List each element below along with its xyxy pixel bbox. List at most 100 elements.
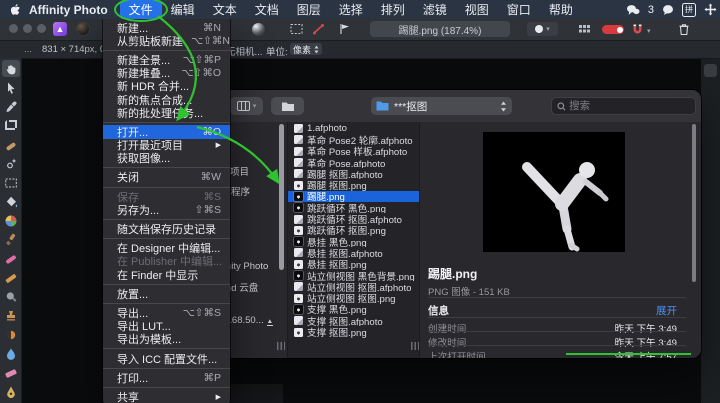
column-resize-grip[interactable]	[411, 342, 419, 350]
file-row[interactable]: 站立侧视图 抠图.png	[288, 293, 419, 304]
input-method-icon[interactable]: 拼	[682, 3, 696, 17]
crop-tool[interactable]	[2, 117, 20, 134]
file-row[interactable]: 支撑 黑色.png	[288, 304, 419, 315]
hand-tool[interactable]	[2, 60, 20, 77]
column-resize-grip[interactable]	[277, 342, 285, 350]
menubar-menu-窗口[interactable]: 窗口	[498, 0, 540, 19]
app-name[interactable]: Affinity Photo	[29, 3, 108, 17]
eyedropper-tool[interactable]	[2, 98, 20, 115]
menubar-menu-文本[interactable]: 文本	[204, 0, 246, 19]
sidebar-item-fragment[interactable]: 程序	[231, 184, 250, 198]
menu-item-另存为[interactable]: 另存为...⇧⌘S	[103, 203, 230, 216]
zoom-window-button[interactable]	[37, 24, 46, 33]
blur-tool[interactable]	[2, 345, 20, 362]
flag-icon[interactable]	[338, 23, 351, 35]
magnet-dropdown-caret[interactable]: ▾	[647, 27, 651, 35]
new-folder-button[interactable]	[271, 97, 304, 115]
pixel-brush-tool[interactable]	[2, 250, 20, 267]
chat-icon[interactable]	[662, 4, 674, 16]
file-row[interactable]: 踢腿 抠图.afphoto	[288, 168, 419, 179]
file-row[interactable]: 支撑 抠图.png	[288, 326, 419, 337]
menu-item-在Finder中显示[interactable]: 在 Finder 中显示	[103, 268, 230, 281]
sidebar-item-fragment[interactable]: .168.50...▲	[224, 315, 273, 326]
menubar-menu-选择[interactable]: 选择	[330, 0, 372, 19]
menu-item-随文档保存历史记录[interactable]: 随文档保存历史记录	[103, 222, 230, 235]
file-row[interactable]: 悬挂 抠图.afphoto	[288, 247, 419, 258]
file-row[interactable]: 踢腿 抠图.png	[288, 180, 419, 191]
unit-select[interactable]: 像素	[290, 43, 322, 55]
file-row[interactable]: 悬挂 抠图.png	[288, 259, 419, 270]
menubar-menu-文件[interactable]: 文件	[120, 0, 162, 19]
preview-scrollbar[interactable]	[692, 124, 696, 282]
menu-item-关闭[interactable]: 关闭⌘W	[103, 171, 230, 184]
move-crosshair-icon[interactable]	[704, 3, 717, 16]
menubar-menu-编辑[interactable]: 编辑	[162, 0, 204, 19]
clone-stamp-tool[interactable]	[2, 307, 20, 324]
healing-brush-tool[interactable]	[2, 136, 20, 153]
file-row[interactable]: 跳跃循环 黑色.png	[288, 202, 419, 213]
apple-menu-icon[interactable]	[10, 3, 21, 16]
file-row[interactable]: 支撑 抠图.afphoto	[288, 315, 419, 326]
panel-icon[interactable]	[704, 64, 717, 77]
document-tab[interactable]: 踢腿.png (187.4%)	[370, 21, 510, 37]
chat-bubbles-icon[interactable]	[626, 4, 640, 16]
window-controls[interactable]	[9, 24, 46, 33]
menu-item-导出为模板[interactable]: 导出为模板...	[103, 333, 230, 346]
menubar-menu-文档[interactable]: 文档	[246, 0, 288, 19]
context-overflow[interactable]: ...	[24, 44, 32, 55]
file-row[interactable]: 革命 Pose2 轮廓.afphoto	[288, 134, 419, 145]
sidebar-scrollbar[interactable]	[279, 124, 284, 270]
eject-icon[interactable]: ▲	[267, 319, 273, 326]
search-field[interactable]	[551, 97, 696, 115]
menu-item-新的批处理任务[interactable]: 新的批处理任务...	[103, 106, 230, 119]
gradient-tool-icon[interactable]	[252, 23, 265, 36]
paint-brush-tool[interactable]	[2, 231, 20, 248]
sidebar-item-fragment[interactable]: ud 云盘	[226, 280, 258, 294]
file-row[interactable]: 跳跃循环 抠图.png	[288, 225, 419, 236]
close-window-button[interactable]	[9, 24, 18, 33]
folder-select[interactable]: ***抠图	[371, 97, 512, 115]
chisel-tool[interactable]	[2, 269, 20, 286]
sidebar-item-fragment[interactable]: nity Photo	[226, 261, 268, 272]
flood-fill-tool[interactable]	[2, 193, 20, 210]
menubar-menu-视图[interactable]: 视图	[456, 0, 498, 19]
menu-item-打印[interactable]: 打印...⌘P	[103, 371, 230, 384]
menu-item-导入ICC配置文件[interactable]: 导入 ICC 配置文件...	[103, 352, 230, 365]
file-row[interactable]: 站立侧视图 抠图.afphoto	[288, 281, 419, 292]
file-row-selected[interactable]: 踢腿.png	[288, 191, 419, 202]
file-row[interactable]: 革命 Pose 样板.afphoto	[288, 146, 419, 157]
move-tool[interactable]	[2, 79, 20, 96]
menu-item-从剪贴板新建[interactable]: 从剪贴板新建⌥⇧⌘N	[103, 34, 230, 47]
menu-item-共享[interactable]: 共享▶	[103, 390, 230, 403]
marquee-tool[interactable]	[2, 174, 20, 191]
selection-marquee-icon[interactable]	[290, 23, 303, 35]
menu-item-获取图像[interactable]: 获取图像...	[103, 152, 230, 165]
menubar-menu-帮助[interactable]: 帮助	[540, 0, 582, 19]
file-row[interactable]: 悬挂 黑色.png	[288, 236, 419, 247]
burn-tool[interactable]	[2, 326, 20, 343]
file-row[interactable]: 革命 Pose.afphoto	[288, 157, 419, 168]
pixel-grid-icon[interactable]	[578, 23, 591, 35]
file-row[interactable]: 跳跃循环 抠图.afphoto	[288, 213, 419, 224]
assistant-toggle[interactable]	[602, 25, 624, 34]
menubar-menu-图层[interactable]: 图层	[288, 0, 330, 19]
slice-icon[interactable]	[312, 23, 325, 35]
eraser-tool[interactable]	[2, 364, 20, 381]
menu-item-放置[interactable]: 放置...	[103, 287, 230, 300]
magnet-snapping-icon[interactable]	[631, 23, 644, 35]
snapshot-dropdown[interactable]: ▾	[527, 22, 558, 36]
blemish-removal-tool[interactable]	[2, 155, 20, 172]
view-mode-button[interactable]: ▾	[230, 97, 263, 115]
dodge-tool[interactable]	[2, 288, 20, 305]
color-wheel-tool[interactable]	[2, 212, 20, 229]
file-row[interactable]: 站立侧视图 黑色背景.png	[288, 270, 419, 281]
pen-tool[interactable]	[2, 383, 20, 400]
trash-icon[interactable]	[678, 23, 690, 36]
search-input[interactable]	[569, 100, 690, 112]
expand-link[interactable]: 展开	[656, 303, 677, 318]
minimize-window-button[interactable]	[23, 24, 32, 33]
sidebar-item-fragment[interactable]: 项目	[230, 164, 249, 178]
persona-icon[interactable]	[76, 22, 90, 36]
menubar-menu-排列[interactable]: 排列	[372, 0, 414, 19]
menubar-menu-滤镜[interactable]: 滤镜	[414, 0, 456, 19]
